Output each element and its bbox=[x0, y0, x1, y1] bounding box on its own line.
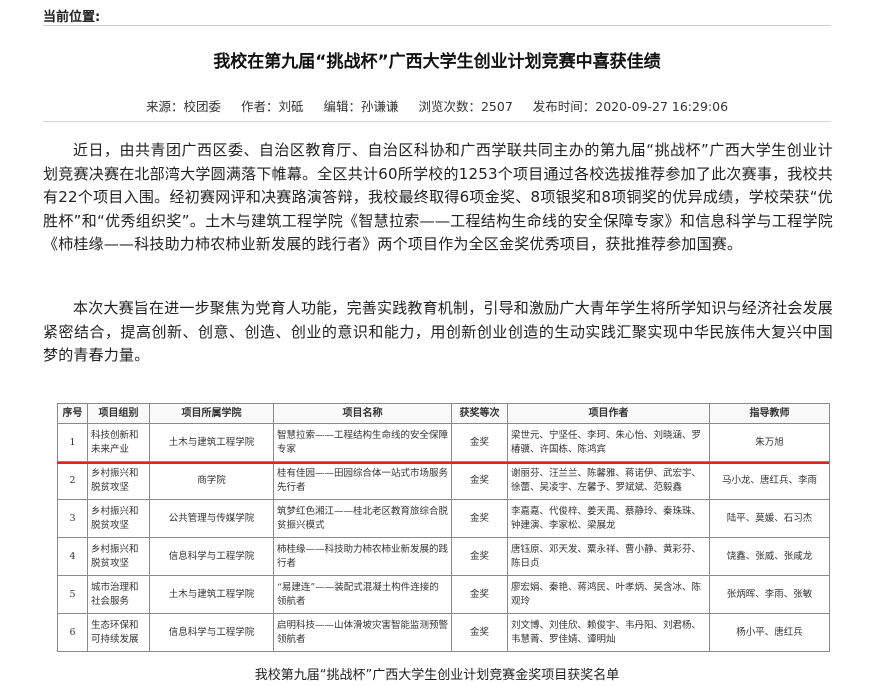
cell-award: 金奖 bbox=[451, 613, 508, 652]
cell-project: 筑梦红色湘江——桂北老区教育旅综合脱贫振兴模式 bbox=[273, 499, 452, 538]
cell-authors: 刘文博、刘佳欣、赖俊宇、韦丹阳、刘君杨、韦慧菁、罗佳婧、谭明灿 bbox=[507, 613, 710, 652]
location-divider bbox=[43, 25, 831, 26]
cell-category: 乡村振兴和脱贫攻坚 bbox=[87, 537, 150, 576]
cell-college: 商学院 bbox=[149, 461, 274, 500]
table-caption: 我校第九届“挑战杯”广西大学生创业计划竞赛金奖项目获奖名单 bbox=[254, 668, 620, 683]
meta-views: 浏览次数：2507 bbox=[418, 99, 513, 114]
cell-category: 科技创新和未来产业 bbox=[87, 423, 150, 462]
cell-authors: 谢丽芬、汪兰兰、陈馨雅、蒋诺伊、武宏宇、徐蕾、吴凌宇、左馨予、罗斌斌、范毅鑫 bbox=[507, 461, 710, 500]
cell-index: 5 bbox=[57, 575, 88, 614]
header-cell: 项目组别 bbox=[87, 403, 150, 424]
meta-editor: 编辑：孙谦谦 bbox=[323, 99, 399, 114]
cell-advisor: 朱万旭 bbox=[709, 423, 830, 462]
cell-project: 智慧拉索——工程结构生命线的安全保障专家 bbox=[273, 423, 452, 462]
cell-index: 6 bbox=[57, 613, 88, 652]
cell-award: 金奖 bbox=[451, 461, 508, 500]
cell-project: “易建连”——装配式混凝土构件连接的领航者 bbox=[273, 575, 452, 614]
award-table: 序号 项目组别 项目所属学院 项目名称 获奖等次 项目作者 指导教师 1 科技创… bbox=[57, 403, 830, 652]
highlight-underline bbox=[57, 462, 829, 464]
article-title: 我校在第九届“挑战杯”广西大学生创业计划竞赛中喜获佳绩 bbox=[213, 52, 661, 72]
cell-category: 城市治理和社会服务 bbox=[87, 575, 150, 614]
article-paragraph-1: 近日，由共青团广西区委、自治区教育厅、自治区科协和广西学联共同主办的第九届“挑战… bbox=[43, 141, 833, 253]
cell-category: 乡村振兴和脱贫攻坚 bbox=[87, 461, 150, 500]
meta-published: 发布时间：2020-09-27 16:29:06 bbox=[532, 99, 729, 114]
cell-college: 信息科学与工程学院 bbox=[149, 537, 274, 576]
cell-advisor: 马小龙、唐红兵、李雨 bbox=[709, 461, 830, 500]
cell-advisor: 陆平、莫媛、石习杰 bbox=[709, 499, 830, 538]
cell-advisor: 杨小平、唐红兵 bbox=[709, 613, 830, 652]
header-cell: 序号 bbox=[57, 403, 88, 424]
award-table-image: 序号 项目组别 项目所属学院 项目名称 获奖等次 项目作者 指导教师 1 科技创… bbox=[57, 403, 830, 652]
cell-authors: 李嘉嘉、代俊梓、姜天禹、蔡静玲、秦珠珠、钟建演、李家松、梁展龙 bbox=[507, 499, 710, 538]
table-row: 1 科技创新和未来产业 土木与建筑工程学院 智慧拉索——工程结构生命线的安全保障… bbox=[57, 423, 830, 462]
cell-college: 土木与建筑工程学院 bbox=[149, 423, 274, 462]
location-label: 当前位置: bbox=[43, 10, 101, 25]
header-cell: 项目名称 bbox=[273, 403, 452, 424]
cell-authors: 廖宏娟、秦艳、蒋鸿民、叶孝炳、吴含冰、陈观玲 bbox=[507, 575, 710, 614]
cell-index: 1 bbox=[57, 423, 88, 462]
cell-award: 金奖 bbox=[451, 423, 508, 462]
table-row: 3 乡村振兴和脱贫攻坚 公共管理与传媒学院 筑梦红色湘江——桂北老区教育旅综合脱… bbox=[57, 499, 830, 538]
table-row: 2 乡村振兴和脱贫攻坚 商学院 桂有佳园——田园综合体一站式市场服务先行者 金奖… bbox=[57, 461, 830, 500]
header-cell: 项目所属学院 bbox=[149, 403, 274, 424]
article-paragraph-2: 本次大赛旨在进一步聚焦为党育人功能，完善实践教育机制，引导和激励广大青年学生将所… bbox=[43, 299, 834, 364]
header-cell: 指导教师 bbox=[709, 403, 830, 424]
cell-authors: 梁世元、宁坚任、李珂、朱心怡、刘晓涵、罗椿骥、许国栋、陈鸿宾 bbox=[507, 423, 710, 462]
meta-divider bbox=[43, 121, 831, 122]
cell-college: 信息科学与工程学院 bbox=[149, 613, 274, 652]
article-meta: 来源：校团委 作者：刘砥 编辑：孙谦谦 浏览次数：2507 发布时间：2020-… bbox=[0, 96, 874, 115]
table-row: 5 城市治理和社会服务 土木与建筑工程学院 “易建连”——装配式混凝土构件连接的… bbox=[57, 575, 830, 614]
table-row: 6 生态环保和可持续发展 信息科学与工程学院 启明科技——山体滑坡灾害智能监测预… bbox=[57, 613, 830, 652]
cell-index: 4 bbox=[57, 537, 88, 576]
cell-advisor: 张炳晖、李雨、张敏 bbox=[709, 575, 830, 614]
cell-category: 乡村振兴和脱贫攻坚 bbox=[87, 499, 150, 538]
meta-author: 作者：刘砥 bbox=[240, 99, 304, 114]
cell-award: 金奖 bbox=[451, 499, 508, 538]
cell-category: 生态环保和可持续发展 bbox=[87, 613, 150, 652]
cell-index: 2 bbox=[57, 461, 88, 500]
header-cell: 项目作者 bbox=[507, 403, 710, 424]
table-header-row: 序号 项目组别 项目所属学院 项目名称 获奖等次 项目作者 指导教师 bbox=[57, 403, 830, 424]
cell-award: 金奖 bbox=[451, 537, 508, 576]
cell-advisor: 饶鑫、张威、张咸龙 bbox=[709, 537, 830, 576]
table-row: 4 乡村振兴和脱贫攻坚 信息科学与工程学院 柿桂缘——科技助力柿农柿业新发展的践… bbox=[57, 537, 830, 576]
cell-project: 柿桂缘——科技助力柿农柿业新发展的践行者 bbox=[273, 537, 452, 576]
cell-project: 启明科技——山体滑坡灾害智能监测预警领航者 bbox=[273, 613, 452, 652]
cell-college: 公共管理与传媒学院 bbox=[149, 499, 274, 538]
cell-index: 3 bbox=[57, 499, 88, 538]
cell-award: 金奖 bbox=[451, 575, 508, 614]
cell-authors: 唐钰原、邓天发、粟永祥、曹小静、黄彩芬、陈日贞 bbox=[507, 537, 710, 576]
cell-project: 桂有佳园——田园综合体一站式市场服务先行者 bbox=[273, 461, 452, 500]
cell-college: 土木与建筑工程学院 bbox=[149, 575, 274, 614]
header-cell: 获奖等次 bbox=[451, 403, 508, 424]
meta-source: 来源：校团委 bbox=[145, 99, 221, 114]
